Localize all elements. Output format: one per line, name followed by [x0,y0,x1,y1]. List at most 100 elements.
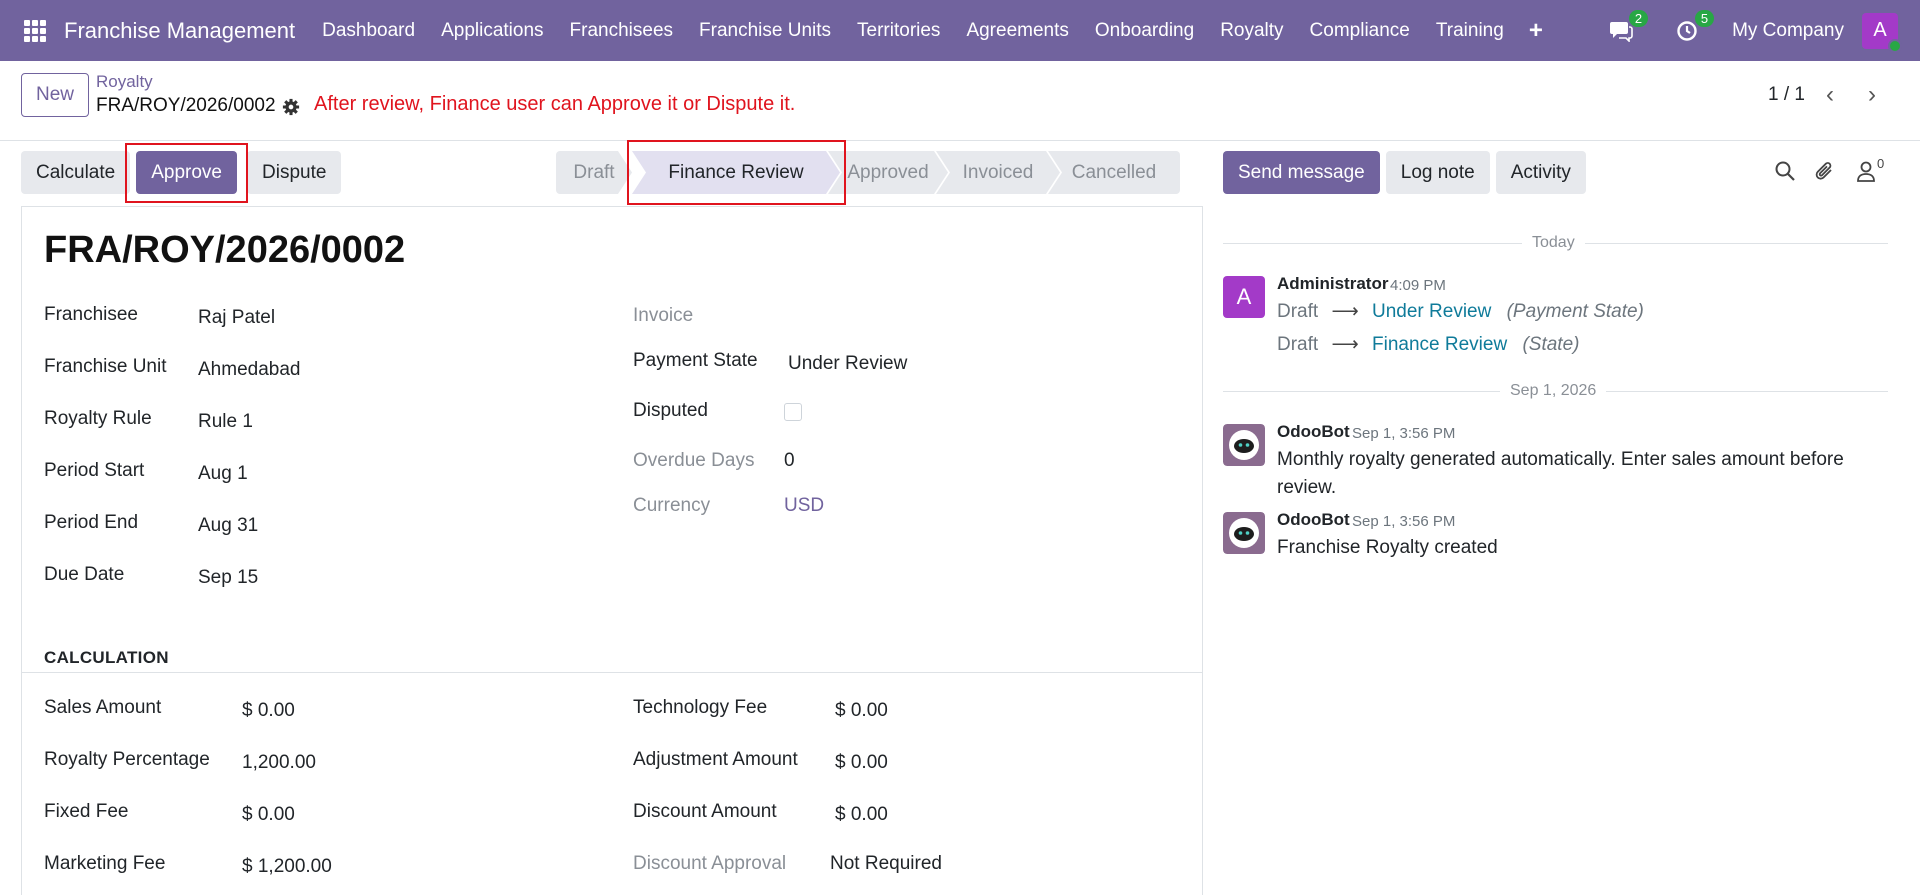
today-label: Today [1522,234,1585,252]
tracking-old-value: Draft [1277,301,1319,322]
royalty-percentage-label: Royalty Percentage [44,749,210,770]
administrator-avatar[interactable]: A [1223,276,1265,318]
activities-badge: 5 [1694,9,1715,27]
menu-training[interactable]: Training [1423,20,1517,42]
odoobot-avatar[interactable] [1223,424,1265,466]
currency-value[interactable]: USD [784,495,824,517]
status-approved[interactable]: Approved [828,151,948,194]
currency-label: Currency [633,495,711,516]
payment-state-value: Under Review [788,353,908,374]
royalty-rule-label: Royalty Rule [44,408,152,429]
tracking-line: Draft ⟶ Under Review (Payment State) [1277,300,1644,323]
online-status-dot [1888,38,1902,53]
menu-agreements[interactable]: Agreements [953,20,1081,42]
payment-state-label: Payment State [633,350,758,371]
period-start-value[interactable]: Aug 1 [198,463,248,485]
followers-count: 0 [1877,156,1885,171]
tracking-old-value: Draft [1277,334,1319,355]
franchise-unit-value[interactable]: Ahmedabad [198,359,300,381]
chat-icon[interactable]: 2 [1606,9,1649,46]
discount-amount-label: Discount Amount [633,801,777,822]
menu-dashboard[interactable]: Dashboard [309,20,428,42]
marketing-fee-value[interactable]: $ 1,200.00 [242,856,332,878]
date-label: Sep 1, 2026 [1500,382,1607,400]
log-note-button[interactable]: Log note [1385,151,1490,194]
arrow-right-icon: ⟶ [1331,334,1359,355]
discount-approval-label: Discount Approval [633,853,787,874]
chevron-right-icon[interactable]: › [1868,81,1876,109]
status-draft[interactable]: Draft [556,151,632,194]
control-panel: New Royalty FRA/ROY/2026/0002 After revi… [0,61,1920,141]
app-brand[interactable]: Franchise Management [64,18,295,44]
message-body: Monthly royalty generated automatically.… [1277,449,1844,498]
status-cancelled[interactable]: Cancelled [1048,151,1180,194]
gear-icon[interactable] [282,98,300,116]
royalty-rule-value[interactable]: Rule 1 [198,411,253,433]
menu-compliance[interactable]: Compliance [1297,20,1423,42]
menu-franchisees[interactable]: Franchisees [557,20,687,42]
sales-amount-value[interactable]: $ 0.00 [242,700,295,722]
plus-icon[interactable]: + [1517,17,1555,45]
menu-royalty[interactable]: Royalty [1207,20,1296,42]
odoobot-avatar[interactable] [1223,512,1265,554]
period-end-value[interactable]: Aug 31 [198,515,258,537]
technology-fee-label: Technology Fee [633,697,768,718]
top-navbar: Franchise Management Dashboard Applicati… [0,0,1920,61]
tracking-new-value: Under Review [1372,301,1492,322]
chevron-left-icon[interactable]: ‹ [1826,81,1834,109]
royalty-percentage-value[interactable]: 1,200.00 [242,752,316,774]
pager-value[interactable]: 1 / 1 [1768,84,1805,106]
breadcrumb-parent[interactable]: Royalty [96,72,153,92]
calculate-button[interactable]: Calculate [21,151,131,194]
technology-fee-value[interactable]: $ 0.00 [835,700,888,722]
breadcrumb-current: FRA/ROY/2026/0002 [96,95,276,116]
company-switcher[interactable]: My Company [1732,20,1844,42]
message-time: Sep 1, 3:56 PM [1352,513,1456,530]
calculation-section-title: CALCULATION [44,648,169,667]
annotation-note: After review, Finance user can Approve i… [314,93,796,115]
disputed-label: Disputed [633,400,708,421]
franchisee-label: Franchisee [44,304,138,325]
message-body: Franchise Royalty created [1277,537,1498,558]
tracking-new-value: Finance Review [1372,334,1508,355]
paperclip-icon[interactable] [1814,160,1836,184]
period-end-label: Period End [44,512,139,533]
franchise-unit-label: Franchise Unit [44,356,167,377]
due-date-label: Due Date [44,564,125,585]
message-author[interactable]: OdooBot [1277,422,1350,442]
send-message-button[interactable]: Send message [1223,151,1380,194]
apps-grid-icon[interactable] [24,19,46,42]
period-start-label: Period Start [44,460,145,481]
new-button[interactable]: New [21,73,89,117]
finance-review-highlight-box [627,140,846,205]
menu-franchise-units[interactable]: Franchise Units [686,20,844,42]
invoice-label: Invoice [633,305,694,326]
fixed-fee-value[interactable]: $ 0.00 [242,804,295,826]
dispute-button[interactable]: Dispute [247,151,342,194]
menu-onboarding[interactable]: Onboarding [1082,20,1207,42]
due-date-value[interactable]: Sep 15 [198,567,258,589]
chatter-buttons: Send message Log note Activity [1223,151,1592,194]
menu-territories[interactable]: Territories [844,20,953,42]
franchisee-value[interactable]: Raj Patel [198,307,275,329]
discount-amount-value[interactable]: $ 0.00 [835,804,888,826]
message-author[interactable]: Administrator [1277,274,1388,294]
message-author[interactable]: OdooBot [1277,510,1350,530]
status-invoiced[interactable]: Invoiced [936,151,1060,194]
disputed-checkbox[interactable] [784,403,802,421]
activity-clock-icon[interactable]: 5 [1672,9,1715,46]
marketing-fee-label: Marketing Fee [44,853,166,874]
adjustment-amount-value[interactable]: $ 0.00 [835,752,888,774]
overdue-days-value: 0 [784,450,795,471]
section-divider [22,672,1202,673]
tracking-field-name: (Payment State) [1506,301,1644,322]
menu-applications[interactable]: Applications [428,20,556,42]
messages-badge: 2 [1628,9,1649,27]
user-avatar[interactable]: A [1862,12,1902,53]
followers-icon[interactable] [1856,160,1876,182]
search-icon[interactable] [1774,160,1796,182]
activity-button[interactable]: Activity [1495,151,1586,194]
user-initial: A [1873,19,1887,41]
arrow-right-icon: ⟶ [1331,301,1359,322]
discount-approval-value: Not Required [830,853,942,874]
